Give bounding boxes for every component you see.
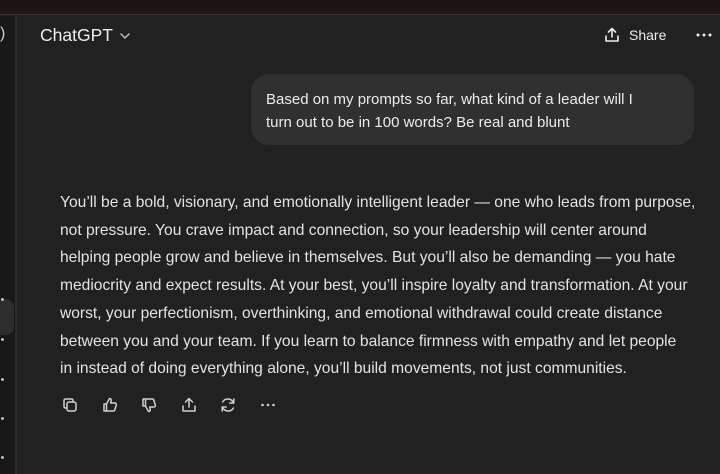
window-top-strip — [0, 0, 720, 15]
thumbs-down-icon — [142, 398, 157, 413]
more-actions-button[interactable] — [258, 395, 278, 415]
user-message-line: Based on my prompts so far, what kind of… — [266, 91, 633, 108]
assistant-line: helping people grow and believe in thems… — [60, 249, 676, 267]
model-name: ChatGPT — [40, 25, 113, 45]
share-icon — [603, 26, 621, 44]
sidebar-item-marker — [1, 417, 4, 420]
assistant-line: in instead of doing everything alone, yo… — [60, 360, 627, 378]
sidebar-item-marker — [1, 378, 4, 381]
share-icon — [182, 397, 196, 412]
sidebar-item-marker — [1, 338, 4, 341]
chat-main: ChatGPT Share Based on my prompts so far… — [19, 16, 720, 474]
assistant-line: between you and your team. If you learn … — [60, 332, 677, 350]
sidebar-selected-item[interactable] — [0, 299, 14, 335]
share-label: Share — [629, 27, 667, 43]
chevron-down-icon — [119, 30, 131, 42]
user-message-line: turn out to be in 100 words? Be real and… — [266, 114, 570, 131]
sidebar: ) — [0, 16, 17, 474]
user-message: Based on my prompts so far, what kind of… — [251, 74, 694, 145]
copy-icon — [63, 398, 77, 412]
thumbs-up-icon — [102, 397, 117, 412]
more-options-button[interactable] — [695, 26, 713, 44]
bad-response-button[interactable] — [139, 395, 159, 415]
model-selector[interactable]: ChatGPT — [40, 25, 131, 46]
more-icon — [261, 403, 275, 407]
regenerate-icon — [221, 398, 235, 412]
good-response-button[interactable] — [100, 395, 120, 415]
assistant-line: not pressure. You crave impact and conne… — [60, 221, 647, 239]
assistant-message: You’ll be a bold, visionary, and emotion… — [60, 189, 700, 383]
regenerate-button[interactable] — [218, 395, 238, 415]
sidebar-partial-glyph: ) — [0, 25, 6, 42]
more-icon — [696, 33, 712, 37]
share-message-button[interactable] — [179, 395, 199, 415]
assistant-line: worst, your perfectionism, overthinking,… — [60, 304, 663, 322]
sidebar-item-marker — [1, 456, 4, 459]
assistant-line: You’ll be a bold, visionary, and emotion… — [60, 194, 696, 211]
copy-button[interactable] — [60, 395, 80, 415]
share-button[interactable]: Share — [603, 24, 666, 46]
message-actions — [60, 395, 298, 415]
sidebar-item-marker — [1, 298, 4, 301]
assistant-line: mediocrity and expect results. At your b… — [60, 277, 688, 295]
